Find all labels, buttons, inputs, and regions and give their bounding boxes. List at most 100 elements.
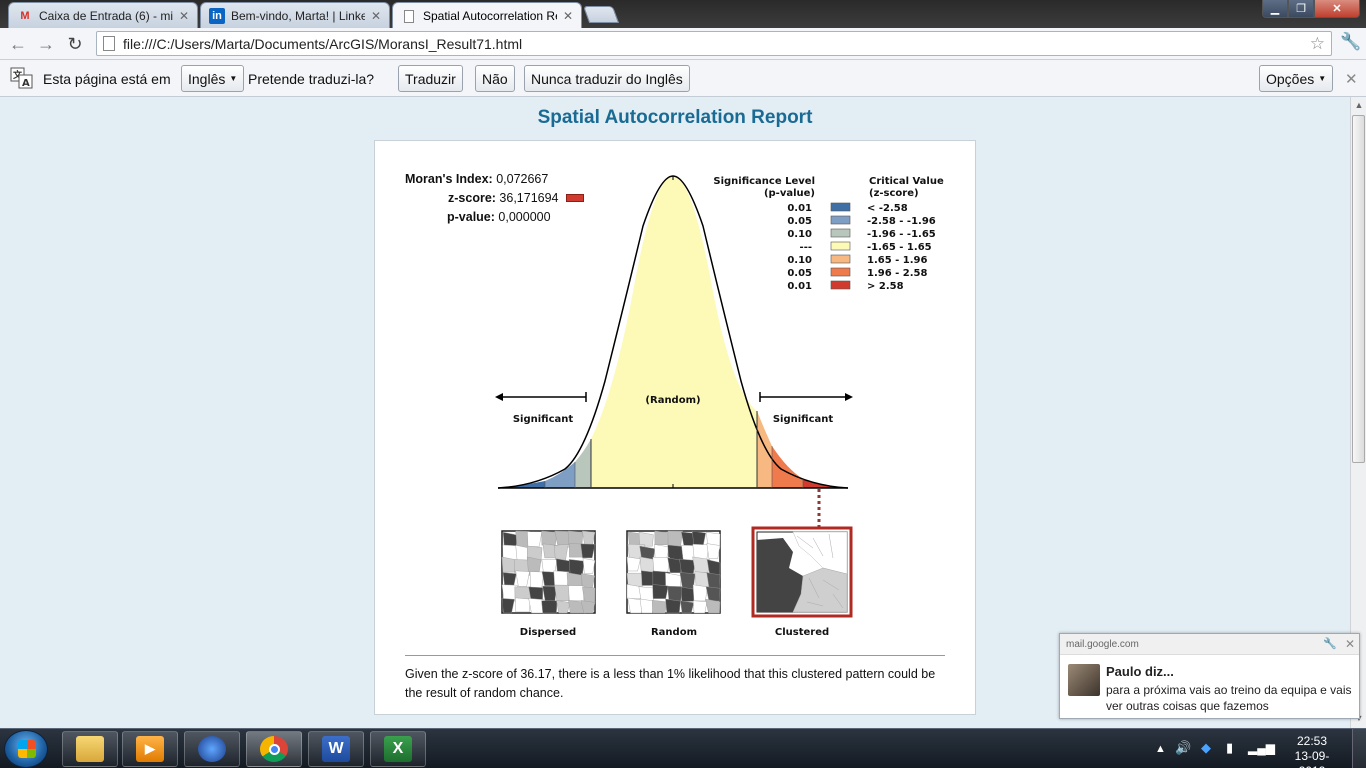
- legend-p-value: ---: [800, 242, 812, 253]
- minimize-button[interactable]: ▁: [1262, 0, 1288, 18]
- explorer-taskbar-button[interactable]: [62, 731, 118, 767]
- legend-swatch: [830, 254, 851, 264]
- forward-arrow-icon[interactable]: →: [34, 32, 58, 56]
- never-translate-button[interactable]: Nunca traduzir do Inglês: [524, 65, 690, 92]
- close-tab-icon[interactable]: ✕: [371, 9, 381, 23]
- legend-p-value: 0.05: [787, 216, 812, 227]
- address-bar[interactable]: file:///C:/Users/Marta/Documents/ArcGIS/…: [96, 31, 1332, 56]
- map-region: [654, 530, 670, 545]
- tab-linkedin[interactable]: in Bem-vindo, Marta! | Linkec ✕: [200, 2, 390, 28]
- label-significant-left: Significant: [513, 414, 574, 425]
- map-region: [553, 570, 569, 586]
- legend-swatch: [830, 267, 851, 277]
- dispersed-map-cells: [501, 530, 596, 614]
- options-button[interactable]: Opções ▼: [1259, 65, 1334, 92]
- legend-z-range: -1.96 - -1.65: [867, 229, 936, 240]
- translate-question-text: Pretende traduzi-la?: [248, 71, 375, 87]
- address-text: file:///C:/Users/Marta/Documents/ArcGIS/…: [123, 35, 523, 52]
- wrench-icon[interactable]: 🔧: [1323, 637, 1337, 650]
- summary-text: Given the z-score of 36.17, there is a l…: [405, 667, 936, 700]
- p-value-label: p-value:: [447, 210, 495, 224]
- chat-notification[interactable]: mail.google.com 🔧 ✕ Paulo diz... para a …: [1059, 633, 1360, 719]
- media-player-icon: ▶: [136, 736, 164, 762]
- pattern-label-random: Random: [651, 627, 697, 638]
- clock-time: 22:53: [1296, 734, 1328, 748]
- map-region: [541, 530, 558, 546]
- windows-logo-icon: [18, 740, 36, 758]
- report-title: Spatial Autocorrelation Report: [537, 107, 813, 128]
- clock[interactable]: 22:53 13-09-2012: [1282, 734, 1342, 768]
- chrome-taskbar-button[interactable]: [246, 731, 302, 767]
- tab-label: Spatial Autocorrelation Rep: [423, 9, 557, 23]
- legend-z-range: -1.65 - 1.65: [867, 242, 932, 253]
- back-arrow-icon[interactable]: ←: [6, 32, 30, 56]
- map-region: [680, 600, 695, 614]
- page-icon: [103, 36, 115, 51]
- legend-z-range: -2.58 - -1.96: [867, 216, 936, 227]
- close-tab-icon[interactable]: ✕: [179, 9, 189, 23]
- legend-z-range: 1.96 - 2.58: [867, 268, 928, 279]
- map-region: [541, 600, 558, 614]
- messenger-taskbar-button[interactable]: [184, 731, 240, 767]
- legend-z-range: < -2.58: [867, 203, 908, 214]
- close-window-button[interactable]: ✕: [1314, 0, 1360, 18]
- new-tab-button[interactable]: [582, 6, 620, 23]
- map-region: [692, 556, 710, 573]
- close-tab-icon[interactable]: ✕: [563, 9, 573, 23]
- excel-taskbar-button[interactable]: X: [370, 731, 426, 767]
- z-score-row: z-score: 36,171694: [448, 191, 584, 205]
- options-label: Opções: [1266, 70, 1315, 87]
- browser-titlebar: M Caixa de Entrada (6) - mips ✕ in Bem-v…: [0, 0, 1366, 29]
- curve-segment-pos-010: [757, 411, 772, 488]
- tab-spatial-report[interactable]: Spatial Autocorrelation Rep ✕: [392, 2, 582, 29]
- language-select[interactable]: Inglês ▼: [181, 65, 245, 92]
- morans-index-value: 0,072667: [496, 172, 549, 186]
- legend-z-range: 1.65 - 1.96: [867, 255, 928, 266]
- map-region: [693, 600, 708, 614]
- tab-gmail[interactable]: M Caixa de Entrada (6) - mips ✕: [8, 2, 198, 28]
- reload-icon[interactable]: ↻: [63, 32, 87, 56]
- clock-date: 13-09-2012: [1294, 749, 1330, 768]
- random-map: [626, 530, 721, 614]
- map-region: [501, 556, 517, 573]
- tab-label: Caixa de Entrada (6) - mips: [39, 8, 173, 23]
- no-button[interactable]: Não: [475, 65, 515, 92]
- bookmark-star-icon[interactable]: ☆: [1310, 34, 1325, 54]
- show-desktop-button[interactable]: [1352, 729, 1366, 768]
- chevron-down-icon: ▼: [229, 74, 238, 83]
- map-region: [638, 531, 654, 547]
- close-infobar-icon[interactable]: ✕: [1345, 70, 1358, 88]
- gmail-icon: M: [20, 9, 30, 22]
- map-region: [652, 584, 669, 599]
- dropbox-icon[interactable]: ◆: [1201, 740, 1211, 756]
- wrench-menu-icon[interactable]: 🔧: [1340, 32, 1361, 52]
- legend-swatch: [830, 202, 851, 212]
- word-taskbar-button[interactable]: W: [308, 731, 364, 767]
- map-region: [706, 543, 721, 559]
- volume-icon[interactable]: 🔊: [1175, 740, 1191, 756]
- map-region: [527, 531, 543, 547]
- map-region: [651, 599, 667, 614]
- legend-swatch: [830, 228, 851, 238]
- scroll-thumb[interactable]: [1352, 115, 1365, 463]
- translate-icon: 文A: [10, 67, 34, 89]
- scroll-up-arrow-icon[interactable]: ▲: [1353, 100, 1365, 112]
- legend-crit-header-1: Critical Value: [869, 176, 944, 187]
- network-icon[interactable]: ▂▄▆: [1248, 741, 1275, 755]
- map-region: [542, 585, 557, 603]
- tab-label: Bem-vindo, Marta! | Linkec: [231, 8, 365, 23]
- translate-button[interactable]: Traduzir: [398, 65, 463, 92]
- media-player-taskbar-button[interactable]: ▶: [122, 731, 178, 767]
- browser-toolbar: ← → ↻ file:///C:/Users/Marta/Documents/A…: [0, 28, 1366, 60]
- show-hidden-icons-icon[interactable]: ▲: [1155, 743, 1166, 755]
- maximize-button[interactable]: ❐: [1288, 0, 1314, 18]
- translate-infobar: 文A Esta página está em Inglês ▼ Pretende…: [0, 60, 1366, 97]
- start-button[interactable]: [4, 730, 48, 768]
- battery-icon[interactable]: ▮: [1226, 740, 1233, 756]
- pattern-label-dispersed: Dispersed: [520, 627, 576, 638]
- map-region: [654, 544, 670, 559]
- close-icon[interactable]: ✕: [1345, 637, 1355, 651]
- excel-icon: X: [384, 736, 412, 762]
- legend-z-range: > 2.58: [867, 281, 904, 292]
- chrome-icon: [260, 736, 288, 762]
